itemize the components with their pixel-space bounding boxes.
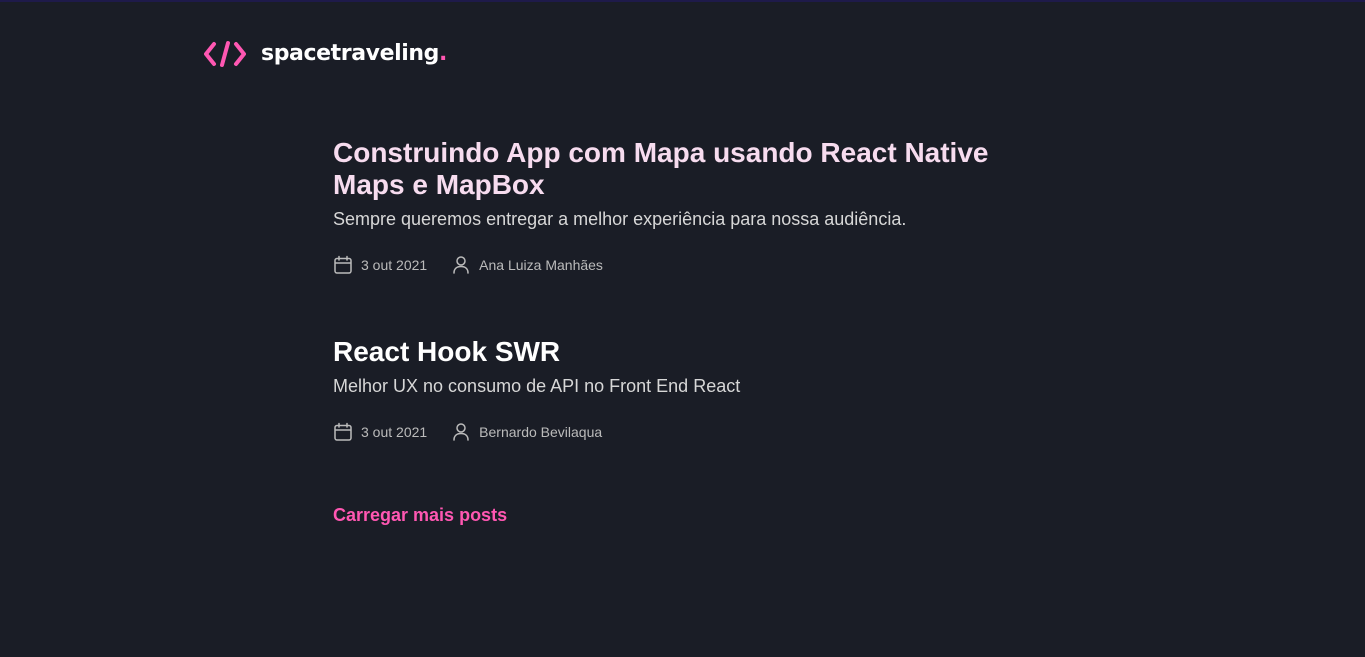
- post-date: 3 out 2021: [333, 422, 427, 442]
- post-author-text: Ana Luiza Manhães: [479, 257, 603, 273]
- calendar-icon: [334, 422, 352, 441]
- post-author-text: Bernardo Bevilaqua: [479, 424, 603, 440]
- post-date-text: 3 out 2021: [361, 257, 428, 273]
- post-subtitle: Melhor UX no consumo de API no Front End…: [333, 376, 741, 396]
- user-icon: [453, 256, 469, 274]
- logo-link[interactable]: spacetraveling.: [204, 38, 447, 70]
- post-info: 3 out 2021 Bernardo Bevilaqua: [333, 420, 1033, 444]
- logo-dot: .: [439, 41, 448, 66]
- logo-text: spacetraveling: [261, 41, 440, 66]
- post-date: 3 out 2021: [333, 255, 427, 275]
- post-subtitle: Sempre queremos entregar a melhor experi…: [333, 209, 907, 229]
- post-item[interactable]: Construindo App com Mapa usando React Na…: [333, 137, 1033, 277]
- site-header: spacetraveling.: [204, 38, 447, 70]
- post-date-text: 3 out 2021: [361, 424, 428, 440]
- calendar-icon: [334, 255, 352, 274]
- post-author: Bernardo Bevilaqua: [451, 422, 602, 442]
- post-info: 3 out 2021 Ana Luiza Manhães: [333, 253, 1033, 277]
- post-title[interactable]: React Hook SWR: [333, 336, 1033, 368]
- load-more-button[interactable]: Carregar mais posts: [333, 505, 507, 526]
- post-item[interactable]: React Hook SWR Melhor UX no consumo de A…: [333, 336, 1033, 444]
- post-title[interactable]: Construindo App com Mapa usando React Na…: [333, 137, 1033, 201]
- posts-list: Construindo App com Mapa usando React Na…: [333, 137, 1033, 526]
- user-icon: [453, 423, 469, 441]
- code-brackets-icon: [204, 41, 246, 67]
- post-author: Ana Luiza Manhães: [451, 255, 603, 275]
